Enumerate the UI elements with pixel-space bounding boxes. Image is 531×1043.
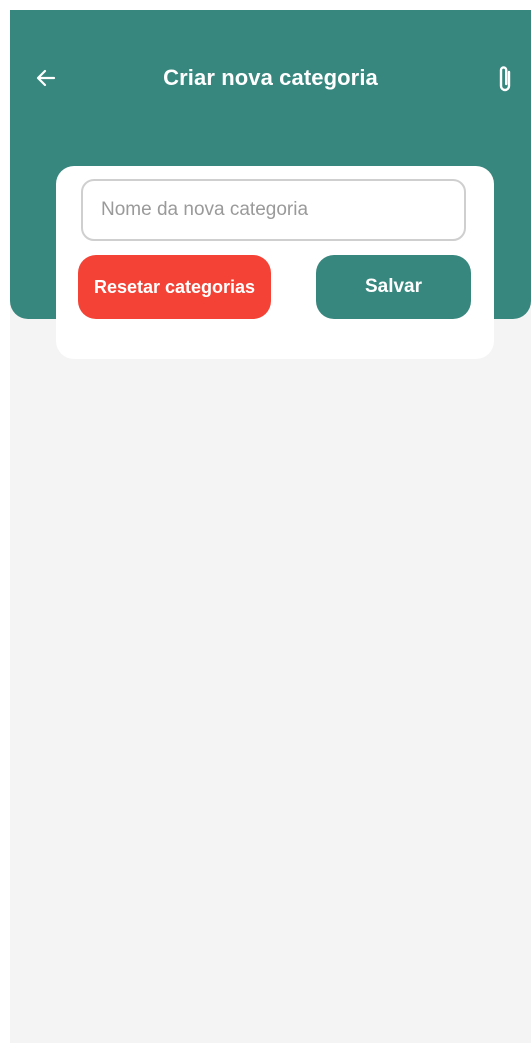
category-name-input[interactable] (81, 179, 466, 241)
save-button[interactable]: Salvar (316, 255, 471, 319)
new-category-card: Resetar categorias Salvar (56, 166, 494, 359)
app-screen: Criar nova categoria Resetar categorias … (10, 10, 531, 1043)
page-title: Criar nova categoria (163, 65, 378, 90)
attach-button[interactable] (489, 62, 521, 96)
reset-categories-button[interactable]: Resetar categorias (78, 255, 271, 319)
paperclip-icon (499, 66, 511, 92)
